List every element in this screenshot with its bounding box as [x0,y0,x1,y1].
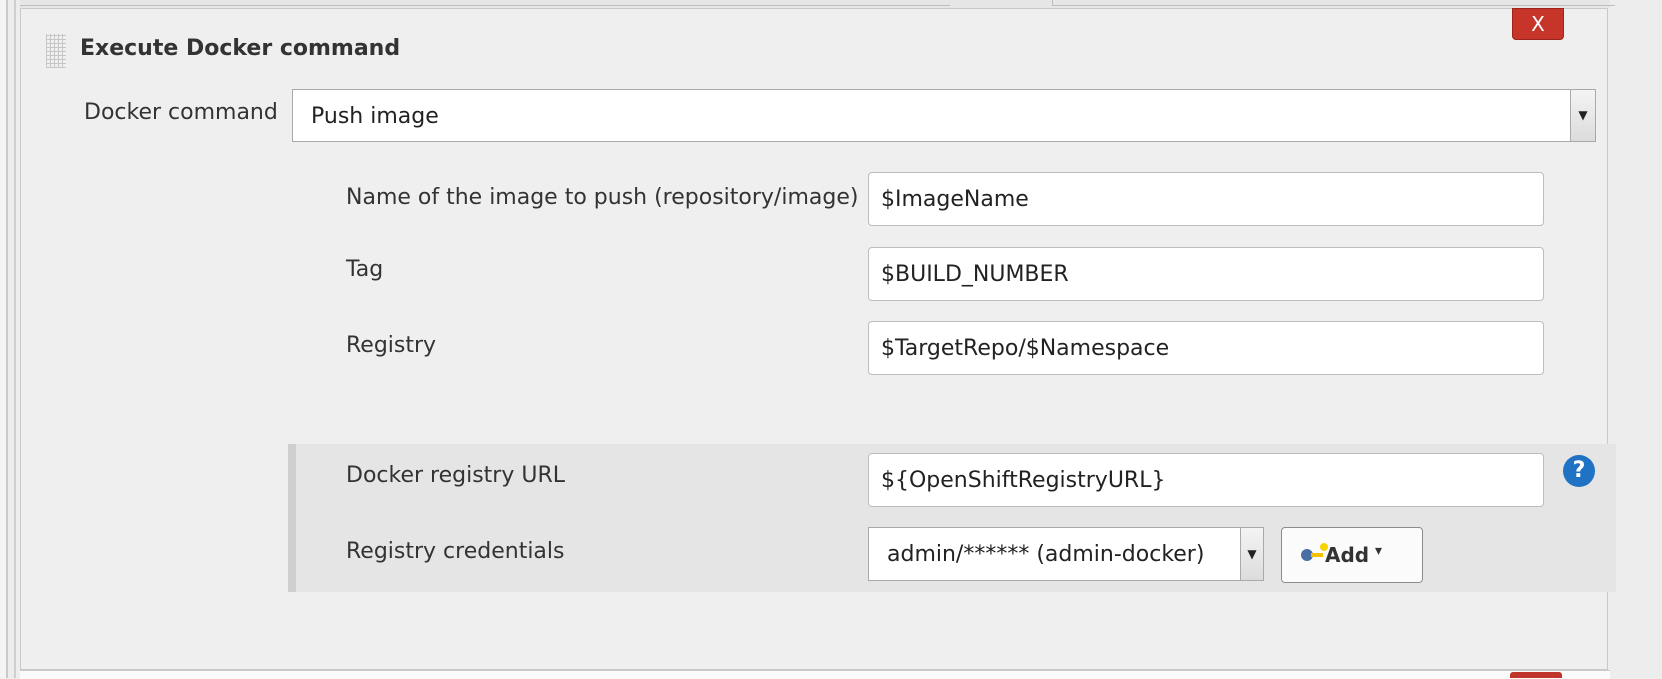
registry-credentials-value: admin/****** (admin-docker) [887,542,1205,567]
left-gutter [0,0,8,678]
registry-url-input[interactable] [868,453,1544,507]
registry-input[interactable] [868,321,1544,375]
step-title: Execute Docker command [80,36,401,61]
registry-credentials-select[interactable]: admin/****** (admin-docker) ▼ [868,527,1264,581]
registry-credentials-label: Registry credentials [346,539,565,564]
dropdown-arrow-icon[interactable]: ▼ [1240,528,1263,580]
drag-handle-icon[interactable] [46,34,66,68]
docker-command-select[interactable]: Push image ▼ [292,89,1596,142]
add-button-label: Add [1325,543,1370,567]
docker-command-value: Push image [311,104,439,129]
registry-label: Registry [346,333,437,358]
image-name-label: Name of the image to push (repository/im… [346,185,859,210]
previous-step-edge-right [1052,0,1615,6]
tag-label: Tag [346,257,384,282]
add-credentials-button[interactable]: Add ▾ [1281,527,1423,583]
next-step-delete-edge [1510,672,1562,678]
key-icon [1301,543,1328,563]
previous-step-edge [20,0,1615,8]
image-name-input[interactable] [868,172,1544,226]
previous-step-edge-left [20,0,950,6]
left-gutter-line [14,0,16,678]
tag-input[interactable] [868,247,1544,301]
question-circle-icon[interactable]: ? [1563,455,1595,487]
registry-url-label: Docker registry URL [346,463,565,488]
caret-down-icon: ▾ [1375,543,1383,559]
docker-command-label: Docker command [84,100,278,125]
dropdown-arrow-icon[interactable]: ▼ [1570,90,1595,141]
delete-step-button[interactable]: X [1512,8,1564,40]
